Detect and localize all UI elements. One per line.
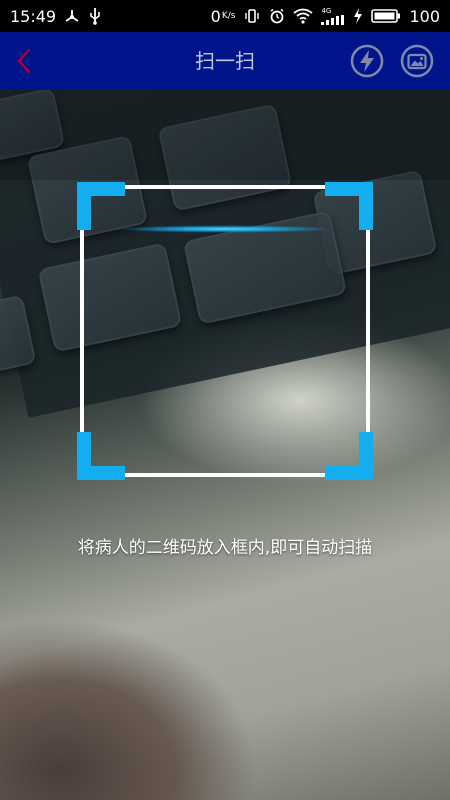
status-bar: 15:49 0 K/s 4G 100: [0, 0, 450, 32]
vibrate-icon: [243, 8, 261, 24]
back-button[interactable]: [8, 45, 40, 77]
battery-icon: [371, 8, 401, 24]
status-time: 15:49: [10, 6, 57, 26]
status-bar-left: 15:49: [10, 7, 102, 26]
album-button[interactable]: [400, 44, 434, 78]
header: 扫一扫: [0, 32, 450, 90]
network-speed: 0 K/s: [211, 7, 236, 26]
camera-shade: [0, 90, 450, 180]
scan-frame: [77, 182, 373, 480]
scan-line: [81, 224, 369, 234]
wifi-icon: [293, 8, 314, 24]
scan-corner-top-right: [325, 182, 373, 230]
scan-hint-text: 将病人的二维码放入框内,即可自动扫描: [77, 538, 373, 558]
alarm-icon: [269, 8, 285, 24]
cellular-signal-icon: 4G: [321, 6, 345, 25]
status-bar-right: 0 K/s 4G 100: [211, 7, 440, 26]
album-icon: [400, 44, 434, 78]
scan-screen: 15:49 0 K/s 4G 100 扫一扫 将病人的二维码放入框内,即可自动扫…: [0, 0, 450, 800]
signal-label: 4G: [321, 6, 332, 15]
flash-button[interactable]: [350, 44, 384, 78]
flash-icon: [350, 44, 384, 78]
scan-corner-top-left: [77, 182, 125, 230]
chevron-left-icon: [17, 48, 31, 74]
usb-icon: [88, 7, 102, 25]
scan-corner-bottom-left: [77, 432, 125, 480]
usb-share-icon: [64, 8, 80, 24]
charging-icon: [353, 8, 363, 24]
network-speed-value: 0: [210, 6, 221, 26]
battery-level: 100: [409, 6, 440, 26]
scan-corner-bottom-right: [325, 432, 373, 480]
network-speed-unit: K/s: [221, 10, 236, 21]
